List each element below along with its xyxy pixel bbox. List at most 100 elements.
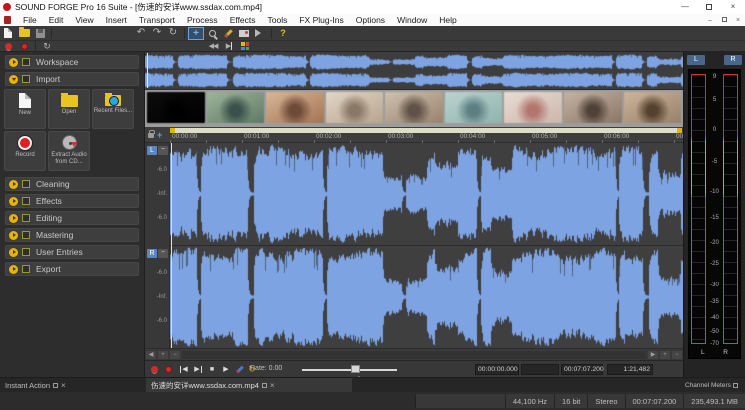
go-to-start-button[interactable]: ◀◀ xyxy=(205,40,221,53)
record-device-button[interactable] xyxy=(0,40,16,53)
import-recent-files[interactable]: Recent Files... xyxy=(92,89,134,129)
sidebar-section-import[interactable]: Import xyxy=(5,72,139,86)
video-frame-thumbnail[interactable] xyxy=(504,92,562,123)
go-to-start-transport-button[interactable]: ◀ xyxy=(177,364,191,375)
video-frame-thumbnail[interactable] xyxy=(624,92,682,123)
minimize-button[interactable]: — xyxy=(673,0,697,14)
video-filmstrip[interactable] xyxy=(145,90,683,127)
menu-file[interactable]: File xyxy=(17,15,43,25)
menu-transport[interactable]: Transport xyxy=(133,15,181,25)
waveform-overview[interactable] xyxy=(145,52,683,90)
time-zoom-in-button[interactable]: + xyxy=(659,350,671,360)
menu-insert[interactable]: Insert xyxy=(100,15,133,25)
menu-fx-plug-ins[interactable]: FX Plug-Ins xyxy=(293,15,349,25)
restore-button[interactable] xyxy=(697,0,721,14)
video-frame-thumbnail[interactable] xyxy=(326,92,384,123)
event-tool-button[interactable] xyxy=(252,27,268,40)
rate-slider-handle[interactable] xyxy=(351,365,360,373)
sidebar-section-user-entries[interactable]: User Entries xyxy=(5,245,139,259)
video-frame-thumbnail[interactable] xyxy=(385,92,443,123)
menu-tools[interactable]: Tools xyxy=(262,15,294,25)
meter-right-button[interactable]: R xyxy=(724,55,742,65)
mdi-restore-button[interactable] xyxy=(717,17,731,24)
end-time-field[interactable]: 00:07:07.200 xyxy=(561,364,603,375)
import-record[interactable]: Record xyxy=(4,131,46,171)
left-channel-button[interactable]: L xyxy=(147,146,157,155)
time-ruler[interactable]: + 00:00:0000:01:0000:02:0000:03:0000:04:… xyxy=(145,127,683,143)
envelope-tool-button[interactable] xyxy=(236,27,252,40)
menu-window[interactable]: Window xyxy=(391,15,433,25)
left-channel-waveform-canvas[interactable] xyxy=(170,143,683,245)
right-channel-waveform-canvas[interactable] xyxy=(170,246,683,348)
stereo-waveform[interactable] xyxy=(170,143,683,348)
import-open[interactable]: Open xyxy=(48,89,90,129)
menu-options[interactable]: Options xyxy=(350,15,391,25)
tab-instant-action[interactable]: Instant Action × xyxy=(0,378,132,393)
import-new[interactable]: New xyxy=(4,89,46,129)
mdi-minimize-button[interactable]: – xyxy=(703,17,717,24)
meter-left-button[interactable]: L xyxy=(687,55,705,65)
float-icon[interactable] xyxy=(733,383,738,388)
tab-document[interactable]: 伤速的安详www.ssdax.com.mp4 × xyxy=(146,378,352,393)
close-button[interactable]: × xyxy=(721,0,745,14)
zoom-in-left-button[interactable]: + xyxy=(157,350,169,360)
sidebar-section-editing[interactable]: Editing xyxy=(5,211,139,225)
menu-edit[interactable]: Edit xyxy=(43,15,70,25)
record-button[interactable] xyxy=(16,40,32,53)
repeat-button[interactable]: ↻ xyxy=(165,27,181,40)
edit-tool-button[interactable]: + xyxy=(188,27,204,40)
restore-icon[interactable] xyxy=(262,383,267,388)
go-to-end-transport-button[interactable]: ▶ xyxy=(191,364,205,375)
record-remote-button[interactable] xyxy=(147,364,161,375)
rate-slider[interactable] xyxy=(302,369,397,371)
tab-channel-meters[interactable]: Channel Meters xyxy=(683,378,745,393)
open-button[interactable] xyxy=(16,27,32,40)
close-icon[interactable]: × xyxy=(61,382,66,390)
sidebar-section-cleaning[interactable]: Cleaning xyxy=(5,177,139,191)
overview-waveform-canvas[interactable] xyxy=(145,53,683,89)
zoom-out-left-button[interactable]: − xyxy=(169,350,181,360)
move-crosshair-icon[interactable]: + xyxy=(157,131,162,139)
go-to-end-button[interactable]: ▶ xyxy=(221,40,237,53)
sidebar-section-export[interactable]: Export xyxy=(5,262,139,276)
menu-help[interactable]: Help xyxy=(433,15,462,25)
video-frame-thumbnail[interactable] xyxy=(266,92,324,123)
menu-process[interactable]: Process xyxy=(181,15,224,25)
undo-button[interactable]: ↶ xyxy=(133,27,149,40)
save-button[interactable] xyxy=(32,27,48,40)
sidebar-section-effects[interactable]: Effects xyxy=(5,194,139,208)
menu-effects[interactable]: Effects xyxy=(224,15,262,25)
regions-button[interactable] xyxy=(237,40,253,53)
right-channel-button[interactable]: R xyxy=(147,249,157,258)
length-field[interactable]: 1:21,482 xyxy=(607,364,653,375)
import-extract-audio-from-cd[interactable]: Extract Audio from CD... xyxy=(48,131,90,171)
menu-view[interactable]: View xyxy=(69,15,99,25)
help-button[interactable]: ? xyxy=(275,27,291,40)
left-channel-minimize-button[interactable]: − xyxy=(158,146,168,155)
redo-button[interactable]: ↷ xyxy=(149,27,165,40)
scroll-left-button[interactable]: ◀ xyxy=(145,350,157,360)
cursor-time-field[interactable]: 00:00:00.000 xyxy=(475,364,519,375)
magnify-tool-button[interactable] xyxy=(204,27,220,40)
right-channel-minimize-button[interactable]: − xyxy=(158,249,168,258)
stop-button[interactable]: ■ xyxy=(205,364,219,375)
scroll-right-button[interactable]: ▶ xyxy=(647,350,659,360)
video-frame-thumbnail[interactable] xyxy=(564,92,622,123)
float-icon[interactable] xyxy=(53,383,58,388)
time-zoom-out-button[interactable]: − xyxy=(671,350,683,360)
new-button[interactable] xyxy=(0,27,16,40)
waveform-editor[interactable]: L − -6.0 -Inf. -6.0 R − -6.0 -Inf. -6.0 xyxy=(145,143,683,348)
selection-time-field[interactable] xyxy=(521,364,559,375)
video-frame-thumbnail[interactable] xyxy=(445,92,503,123)
record-transport-button[interactable] xyxy=(161,364,175,375)
sidebar-section-mastering[interactable]: Mastering xyxy=(5,228,139,242)
pencil-tool-button[interactable] xyxy=(220,27,236,40)
loop-playback-button[interactable]: ↻ xyxy=(39,40,55,53)
mdi-close-button[interactable]: × xyxy=(731,17,745,24)
scrollbar-track[interactable] xyxy=(182,351,646,359)
lock-icon[interactable] xyxy=(148,133,154,138)
play-button[interactable]: ▶ xyxy=(219,364,233,375)
sidebar-section-workspace[interactable]: Workspace xyxy=(5,55,139,69)
video-frame-thumbnail[interactable] xyxy=(147,92,205,123)
video-frame-thumbnail[interactable] xyxy=(207,92,265,123)
